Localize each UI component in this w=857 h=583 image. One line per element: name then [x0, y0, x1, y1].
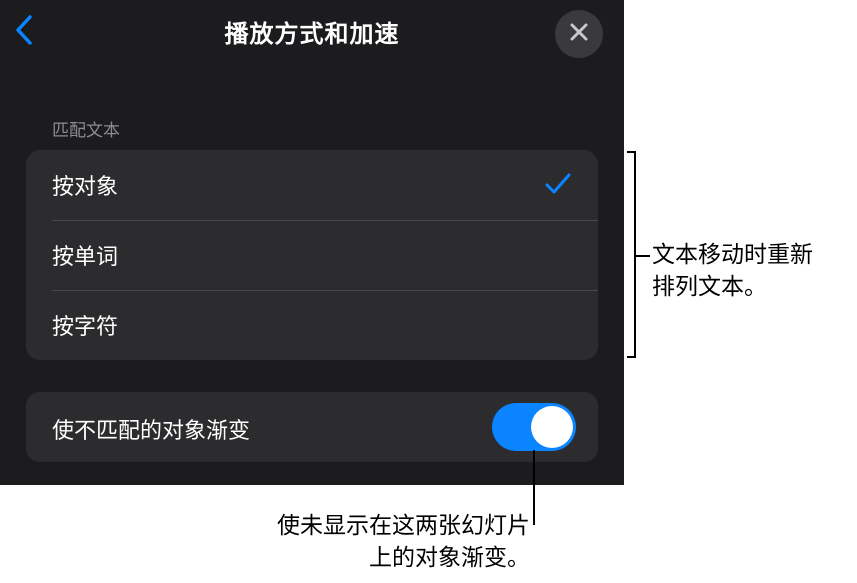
close-button[interactable] — [555, 10, 603, 58]
section-header-match-text: 匹配文本 — [52, 121, 120, 141]
option-by-character[interactable]: 按字符 — [26, 290, 598, 360]
option-label: 按字符 — [52, 315, 119, 340]
animation-settings-panel: 播放方式和加速 匹配文本 按对象 按单词 按字符 使不匹配的对象渐变 — [0, 0, 624, 485]
option-by-word[interactable]: 按单词 — [26, 220, 598, 290]
close-icon — [569, 22, 589, 46]
fade-unmatched-toggle[interactable] — [492, 403, 576, 451]
callout-bracket-bottom — [627, 356, 636, 358]
fade-unmatched-label: 使不匹配的对象渐变 — [52, 419, 251, 444]
checkmark-icon — [544, 172, 572, 200]
callout-pointer-right — [636, 255, 650, 257]
fade-unmatched-row: 使不匹配的对象渐变 — [26, 392, 598, 462]
option-label: 按对象 — [52, 175, 119, 200]
page-title: 播放方式和加速 — [224, 20, 400, 48]
option-by-object[interactable]: 按对象 — [26, 150, 598, 220]
match-text-options: 按对象 按单词 按字符 — [26, 150, 598, 360]
callout-text-rearrange: 文本移动时重新 排列文本。 — [652, 242, 813, 300]
callout-pointer-bottom — [533, 450, 535, 525]
toggle-knob — [531, 406, 573, 448]
callout-text-fade: 使未显示在这两张幻灯片 上的对象渐变。 — [277, 513, 530, 571]
option-label: 按单词 — [52, 245, 119, 270]
